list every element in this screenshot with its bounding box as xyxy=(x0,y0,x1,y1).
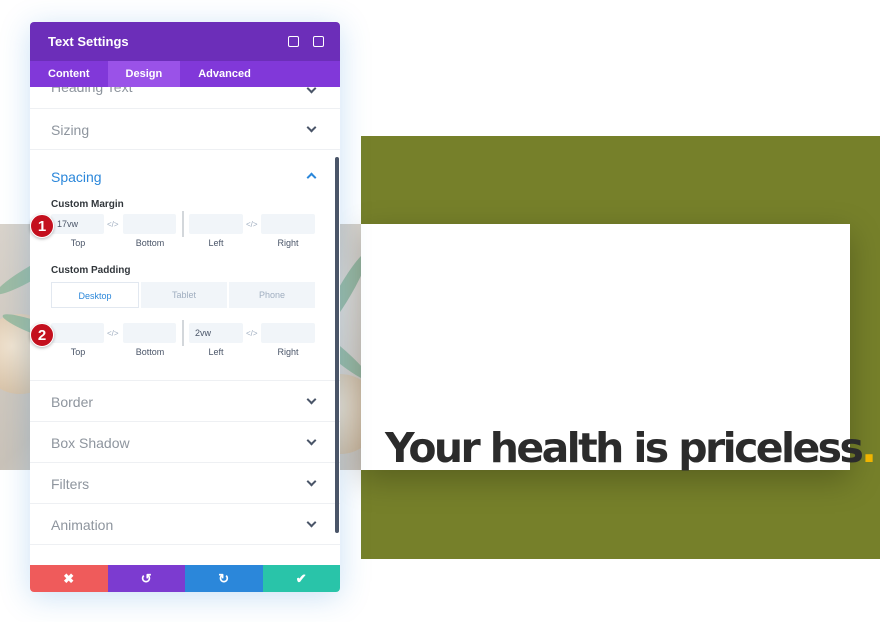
link-icon[interactable]: </> xyxy=(246,220,258,229)
left-label: Left xyxy=(208,347,224,357)
section-label: Border xyxy=(51,394,94,410)
fullscreen-icon[interactable] xyxy=(288,36,299,47)
device-tab-desktop[interactable]: Desktop xyxy=(51,282,139,308)
section-animation[interactable]: Animation xyxy=(30,504,340,545)
step-badge-1: 1 xyxy=(30,214,54,238)
tab-advanced[interactable]: Advanced xyxy=(180,61,269,87)
section-label[interactable]: Spacing xyxy=(51,169,102,185)
scrollbar[interactable] xyxy=(335,157,339,533)
section-label: Sizing xyxy=(51,122,90,138)
section-label: Heading Text xyxy=(51,87,133,95)
section-border[interactable]: Border xyxy=(30,381,340,422)
custom-padding-label: Custom Padding xyxy=(51,265,131,276)
section-label: Filters xyxy=(51,476,90,492)
link-icon[interactable]: </> xyxy=(107,220,119,229)
chevron-down-icon[interactable] xyxy=(306,394,317,405)
section-heading-text[interactable]: Heading Text xyxy=(30,87,340,109)
right-label: Right xyxy=(277,347,299,357)
divider xyxy=(182,320,184,346)
redo-button[interactable]: ↻ xyxy=(185,565,263,592)
device-tab-phone[interactable]: Phone xyxy=(229,282,315,308)
device-tabs: Desktop Tablet Phone xyxy=(51,282,315,308)
chevron-up-icon[interactable] xyxy=(306,172,317,183)
save-button[interactable]: ✔ xyxy=(262,565,340,592)
section-filters[interactable]: Filters xyxy=(30,463,340,504)
link-icon[interactable]: </> xyxy=(107,329,119,338)
section-sizing[interactable]: Sizing xyxy=(30,109,340,150)
chevron-down-icon[interactable] xyxy=(306,476,317,487)
undo-button[interactable]: ↺ xyxy=(107,565,185,592)
link-icon[interactable]: </> xyxy=(246,329,258,338)
cancel-button[interactable]: ✖ xyxy=(30,565,108,592)
top-label: Top xyxy=(70,238,86,248)
top-label: Top xyxy=(70,347,86,357)
sidebar-icon[interactable] xyxy=(313,36,324,47)
bottom-label: Bottom xyxy=(135,347,165,357)
panel-footer: ✖ ↺ ↻ ✔ xyxy=(30,565,340,592)
text-settings-panel: Text Settings Content Design Advanced He… xyxy=(30,22,340,592)
section-label: Box Shadow xyxy=(51,435,130,451)
section-spacing: Spacing Custom Margin 17vw </> </> Top B… xyxy=(30,150,340,381)
padding-bottom-input[interactable] xyxy=(123,323,176,343)
tab-content[interactable]: Content xyxy=(30,61,108,87)
headline-dot: . xyxy=(861,424,877,472)
margin-top-input[interactable]: 17vw xyxy=(51,214,104,234)
device-tab-tablet[interactable]: Tablet xyxy=(141,282,227,308)
chevron-down-icon[interactable] xyxy=(306,517,317,528)
headline-text[interactable]: Your health is priceless. xyxy=(385,424,877,472)
custom-margin-label: Custom Margin xyxy=(51,199,124,210)
panel-header[interactable]: Text Settings xyxy=(30,22,340,61)
canvas: Your health is priceless. Text Settings … xyxy=(0,0,880,622)
section-box-shadow[interactable]: Box Shadow xyxy=(30,422,340,463)
bottom-label: Bottom xyxy=(135,238,165,248)
padding-top-input[interactable] xyxy=(51,323,104,343)
chevron-down-icon[interactable] xyxy=(306,87,317,94)
settings-scroll-area[interactable]: Heading Text Sizing Spacing Custom Margi… xyxy=(30,87,340,565)
left-label: Left xyxy=(208,238,224,248)
divider xyxy=(182,211,184,237)
padding-left-input[interactable]: 2vw xyxy=(189,323,243,343)
right-label: Right xyxy=(277,238,299,248)
margin-left-input[interactable] xyxy=(189,214,243,234)
padding-right-input[interactable] xyxy=(261,323,315,343)
panel-title: Text Settings xyxy=(48,34,129,49)
section-label: Animation xyxy=(51,517,114,533)
margin-right-input[interactable] xyxy=(261,214,315,234)
chevron-down-icon[interactable] xyxy=(306,435,317,446)
chevron-down-icon[interactable] xyxy=(306,122,317,133)
step-badge-2: 2 xyxy=(30,323,54,347)
tab-bar: Content Design Advanced xyxy=(30,61,340,87)
tab-design[interactable]: Design xyxy=(107,61,181,87)
margin-bottom-input[interactable] xyxy=(123,214,176,234)
